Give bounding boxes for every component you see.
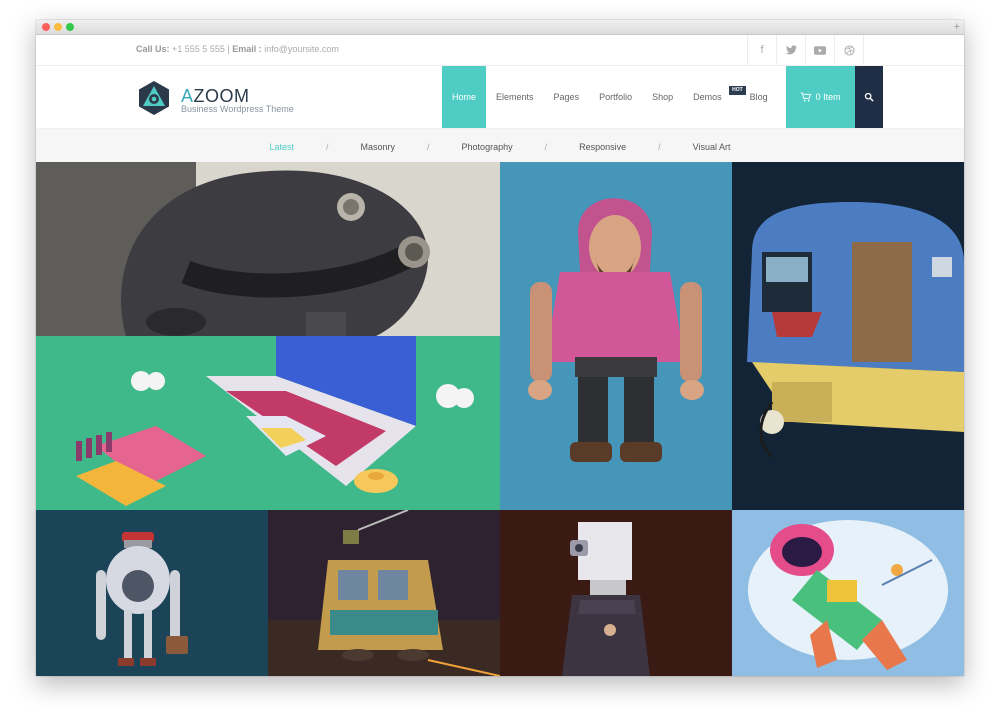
- filter-separator: /: [326, 142, 329, 152]
- filter-separator: /: [658, 142, 661, 152]
- cart-icon: [800, 92, 811, 102]
- call-label: Call Us:: [136, 44, 170, 54]
- search-icon: [864, 92, 874, 102]
- nav-elements[interactable]: Elements: [486, 66, 544, 128]
- nav-demos[interactable]: Demos HOT: [683, 66, 746, 128]
- robot-vehicle-illustration: [36, 162, 500, 336]
- brand-rest: ZOOM: [193, 86, 250, 106]
- furry-trailer-illustration: [732, 162, 964, 510]
- astronaut-illustration: [732, 510, 964, 676]
- social-links: f: [747, 35, 864, 65]
- new-tab-button[interactable]: +: [954, 20, 960, 34]
- portfolio-item-box-head[interactable]: [500, 510, 732, 676]
- filter-latest[interactable]: Latest: [259, 142, 304, 152]
- top-bar: Call Us: +1 555 5 555 | Email : info@you…: [36, 35, 964, 66]
- nav-portfolio[interactable]: Portfolio: [589, 66, 642, 128]
- maximize-window-button[interactable]: [66, 23, 74, 31]
- portfolio-filters: Latest / Masonry / Photography / Respons…: [36, 129, 964, 165]
- minimize-window-button[interactable]: [54, 23, 62, 31]
- portfolio-item-furry-trailer[interactable]: [732, 162, 964, 510]
- close-window-button[interactable]: [42, 23, 50, 31]
- filter-masonry[interactable]: Masonry: [351, 142, 406, 152]
- phone-number[interactable]: +1 555 5 555: [172, 44, 225, 54]
- nav-pages[interactable]: Pages: [544, 66, 590, 128]
- portfolio-item-trolley[interactable]: [268, 510, 500, 676]
- contact-separator: |: [227, 44, 230, 54]
- window-chrome: +: [36, 20, 964, 35]
- cart-label: 0 Item: [815, 92, 841, 102]
- contact-info: Call Us: +1 555 5 555 | Email : info@you…: [136, 44, 339, 54]
- portfolio-item-robot-vehicle[interactable]: [36, 162, 500, 336]
- nav-shop[interactable]: Shop: [642, 66, 683, 128]
- portfolio-item-briefcase-robot[interactable]: [36, 510, 268, 676]
- box-head-illustration: [500, 510, 732, 676]
- filter-separator: /: [544, 142, 548, 152]
- portfolio-item-astronaut[interactable]: [732, 510, 964, 676]
- filter-visual-art[interactable]: Visual Art: [683, 142, 741, 152]
- search-button[interactable]: [854, 66, 883, 128]
- brand-tagline: Business Wordpress Theme: [181, 104, 294, 114]
- twitter-icon[interactable]: [776, 35, 805, 65]
- portfolio-item-isometric-laptop[interactable]: [36, 336, 500, 510]
- filter-separator: /: [427, 142, 430, 152]
- nav-blog[interactable]: Blog: [740, 66, 778, 128]
- filter-responsive[interactable]: Responsive: [569, 142, 636, 152]
- email-address[interactable]: info@yoursite.com: [264, 44, 339, 54]
- azoom-logo-icon[interactable]: [136, 80, 172, 116]
- poncho-character-illustration: [500, 162, 732, 510]
- browser-window: + Call Us: +1 555 5 555 | Email : info@y…: [36, 20, 964, 676]
- portfolio-grid: [36, 162, 964, 676]
- site-header: AZOOM Business Wordpress Theme Home Elem…: [36, 66, 964, 129]
- nav-demos-label: Demos: [693, 92, 722, 102]
- briefcase-robot-illustration: [36, 510, 268, 676]
- main-nav: Home Elements Pages Portfolio Shop Demos…: [442, 66, 883, 128]
- facebook-icon[interactable]: f: [747, 35, 776, 65]
- youtube-icon[interactable]: [805, 35, 834, 65]
- brand-initial: A: [181, 86, 194, 106]
- dribbble-icon[interactable]: [834, 35, 864, 65]
- filter-photography[interactable]: Photography: [452, 142, 523, 152]
- cart-button[interactable]: 0 Item: [785, 66, 855, 128]
- isometric-laptop-illustration: [36, 336, 500, 510]
- nav-home[interactable]: Home: [442, 66, 487, 128]
- portfolio-item-poncho-character[interactable]: [500, 162, 732, 510]
- email-label: Email :: [232, 44, 262, 54]
- trolley-illustration: [268, 510, 500, 676]
